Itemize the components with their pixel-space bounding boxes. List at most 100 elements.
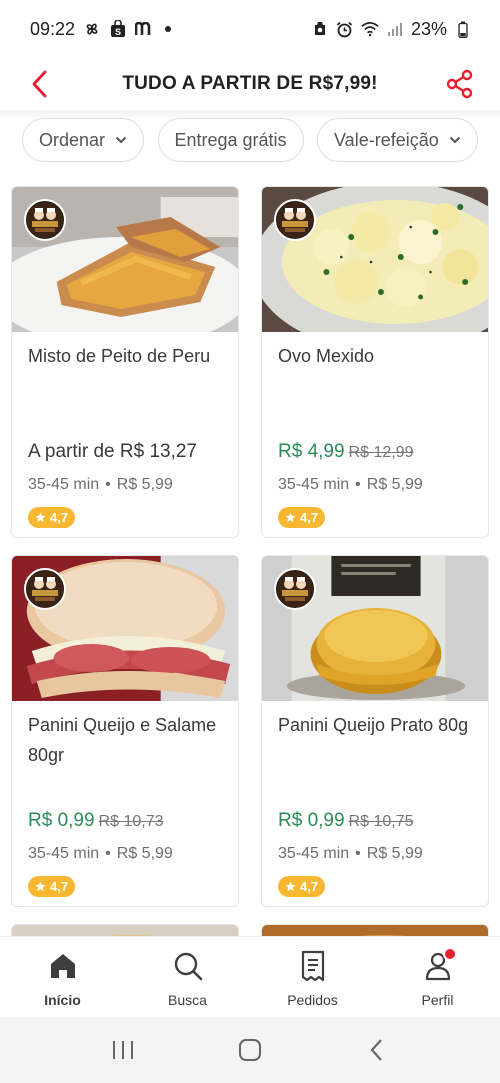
status-bar: 09:22 S 23% [0,0,500,58]
shopping-bag-icon: S [109,20,127,38]
home-icon [47,949,79,983]
product-image [262,187,488,332]
nav-item-inicio[interactable]: Início [0,937,125,1017]
filter-chip-entrega-gratis[interactable]: Entrega grátis [157,118,304,162]
nav-label: Perfil [421,992,454,1008]
back-system-button[interactable] [357,1030,397,1070]
product-price: R$ 4,99 R$ 12,99 [278,441,413,463]
product-price: A partir de R$ 13,27 [28,441,197,463]
rating-badge: 4,7 [278,876,326,897]
meta-separator: • [355,845,361,862]
restaurant-logo [274,199,316,241]
delivery-time: 35-45 min [28,476,100,493]
delivery-time: 35-45 min [28,845,100,862]
page-title: TUDO A PARTIR DE R$7,99! [122,73,378,94]
home-system-button[interactable] [230,1030,270,1070]
price-label: A partir de R$ 13,27 [28,441,197,462]
restaurant-logo [24,199,66,241]
product-card-partial[interactable] [11,924,239,936]
delivery-fee: R$ 5,99 [366,476,423,493]
product-name: Ovo Mexido [278,346,375,366]
product-grid: Misto de Peito de Peru A partir de R$ 13… [11,186,489,936]
back-button[interactable] [24,68,56,100]
wifi-icon [361,20,379,38]
filter-chip-label: Ordenar [39,129,106,150]
product-name: Misto de Peito de Peru [28,346,211,366]
m-logo-icon [135,20,153,38]
rating-value: 4,7 [50,879,69,894]
rating-badge: 4,7 [28,876,76,897]
search-icon [172,949,204,983]
promo-price: R$ 0,99 [278,810,345,831]
product-image [12,187,238,332]
product-image [262,925,488,936]
recent-apps-button[interactable] [103,1030,143,1070]
product-card[interactable]: Panini Queijo Prato 80g R$ 0,99 R$ 10,75 … [261,555,489,907]
product-name: Panini Queijo e Salame 80gr [28,715,217,765]
delivery-fee: R$ 5,99 [116,476,173,493]
delivery-info: 35-45 min • R$ 5,99 [278,476,423,494]
promo-price: R$ 0,99 [28,810,95,831]
product-card[interactable]: Misto de Peito de Peru A partir de R$ 13… [11,186,239,538]
meta-separator: • [355,476,361,493]
profile-icon [422,947,457,983]
home-button-icon [238,1039,261,1061]
restaurant-logo [24,568,66,610]
old-price: R$ 10,73 [98,813,164,830]
filter-chip-label: Vale-refeição [334,129,439,150]
product-card-partial[interactable] [261,924,489,936]
receipt-icon [297,949,329,983]
rating-value: 4,7 [300,510,319,525]
delivery-info: 35-45 min • R$ 5,99 [278,845,423,863]
product-card[interactable]: Panini Queijo e Salame 80gr R$ 0,99 R$ 10… [11,555,239,907]
dot-icon [165,26,172,32]
delivery-fee: R$ 5,99 [366,845,423,862]
star-icon [35,512,46,523]
battery-icon [454,20,472,38]
nav-label: Pedidos [287,992,338,1008]
rating-value: 4,7 [300,879,319,894]
nav-item-busca[interactable]: Busca [125,937,250,1017]
nav-item-pedidos[interactable]: Pedidos [250,937,375,1017]
filter-chip-label: Entrega grátis [174,129,287,150]
restaurant-logo [274,568,316,610]
meta-separator: • [105,476,111,493]
delivery-info: 35-45 min • R$ 5,99 [28,476,173,494]
rating-badge: 4,7 [278,507,326,528]
nav-label: Busca [168,992,207,1008]
recent-apps-icon [113,1041,134,1059]
product-name: Panini Queijo Prato 80g [278,715,469,735]
delivery-fee: R$ 5,99 [116,845,173,862]
signal-icon [386,20,404,38]
chevron-down-icon [449,136,461,144]
chevron-down-icon [115,136,127,144]
product-price: R$ 0,99 R$ 10,75 [278,810,413,832]
share-button[interactable] [444,68,476,100]
status-time: 09:22 [30,18,76,39]
notification-dot [442,947,457,961]
app-header: TUDO A PARTIR DE R$7,99! [0,58,500,110]
app-status-icon [311,20,329,38]
old-price: R$ 12,99 [348,444,414,461]
filter-chip-vale-refeicao[interactable]: Vale-refeição [317,118,478,162]
battery-percent: 23% [410,18,447,39]
star-icon [285,512,296,523]
filter-chip-ordenar[interactable]: Ordenar [22,118,145,162]
rating-badge: 4,7 [28,507,76,528]
system-nav-bar [0,1017,500,1083]
alarm-icon [336,20,354,38]
star-icon [285,881,296,892]
back-icon [370,1039,382,1061]
nav-label: Início [44,992,81,1008]
svg-text:S: S [115,27,121,37]
meta-separator: • [105,845,111,862]
delivery-time: 35-45 min [278,845,350,862]
product-image [12,925,238,936]
delivery-info: 35-45 min • R$ 5,99 [28,845,173,863]
pinwheel-icon [83,20,101,38]
promo-price: R$ 4,99 [278,441,345,462]
product-card[interactable]: Ovo Mexido R$ 4,99 R$ 12,99 35-45 min • R$ … [261,186,489,538]
delivery-time: 35-45 min [278,476,350,493]
nav-item-perfil[interactable]: Perfil [375,937,500,1017]
filter-bar: Ordenar Entrega grátis Vale-refeição [0,118,500,168]
